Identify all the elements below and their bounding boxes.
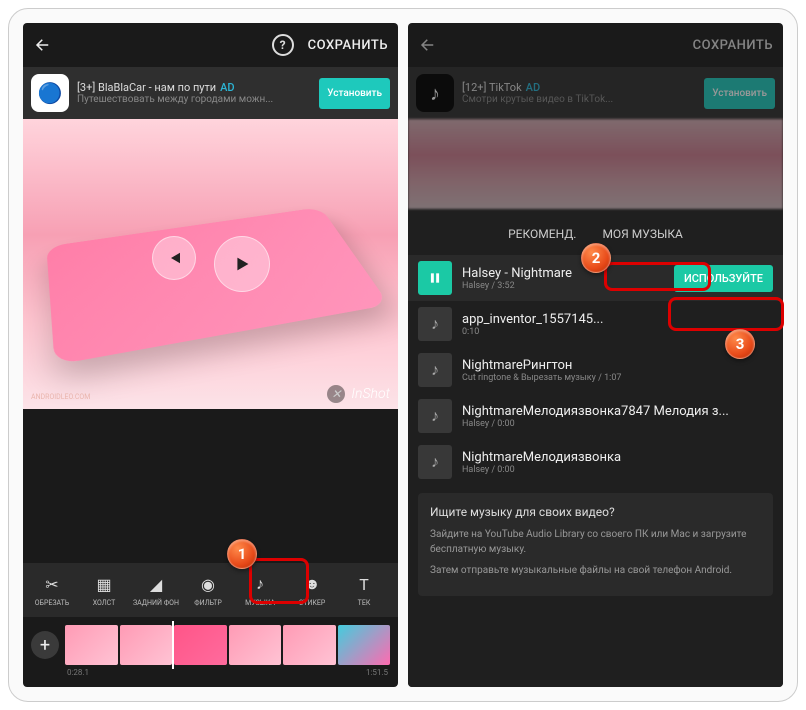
track-item[interactable]: ♪ NightmareРингтонCut ringtone & Вырезат… [408,347,783,393]
ad-badge: AD [220,81,234,94]
track-meta: Halsey / 3:52 [462,281,664,291]
ad-title: [12+] TikTok [462,81,522,94]
prev-button[interactable] [152,236,196,280]
info-text: Зайдите на YouTube Audio Library со свое… [430,527,761,557]
step-marker-2: 2 [581,243,611,273]
clip[interactable] [120,625,173,665]
watermark: ANDROIDLEO.COM [31,393,90,401]
tool-filter[interactable]: ◉ФИЛЬТР [183,569,233,611]
tool-text[interactable]: TТЕК [339,569,389,611]
info-title: Ищите музыку для своих видео? [430,505,761,519]
clip[interactable] [283,625,336,665]
play-button[interactable] [214,236,270,292]
step-marker-1: 1 [227,539,257,569]
brand-watermark[interactable]: ✕ InShot [327,385,390,403]
ad-app-icon: ♪ [416,74,454,112]
track-title: NightmareРингтон [462,358,773,373]
track-item[interactable]: ♪ NightmareМелодиязвонкаHalsey / 0:00 [408,439,783,485]
tab-recommended[interactable]: РЕКОМЕНД. [502,223,582,245]
ad-subtitle: Путешествовать между городами можн... [77,94,311,105]
track-list: Halsey - NightmareHalsey / 3:52 ИСПОЛЬЗУ… [408,255,783,485]
ad-banner[interactable]: ♪ [12+] TikTok AD Смотри крутые видео в T… [408,67,783,119]
topbar: ? СОХРАНИТЬ [23,23,398,67]
tool-background[interactable]: ◢ЗАДНИЙ ФОН [131,569,181,611]
clip[interactable] [338,625,391,665]
track-meta: Halsey / 0:00 [462,465,773,475]
save-button[interactable]: СОХРАНИТЬ [693,38,773,53]
add-clip-button[interactable]: + [31,631,59,659]
time-end: 1:51.5 [366,668,388,677]
back-icon[interactable] [33,35,53,55]
music-note-icon: ♪ [418,445,452,479]
help-icon[interactable]: ? [272,34,294,56]
ad-app-icon: 🔵 [31,74,69,112]
back-icon[interactable] [418,35,438,55]
video-preview[interactable]: ANDROIDLEO.COM ✕ InShot [23,119,398,409]
video-preview [408,119,783,209]
track-meta: Cut ringtone & Вырезать музыку / 1:07 [462,373,773,383]
phone-left: ? СОХРАНИТЬ 🔵 [3+] BlaBlaCar - нам по пу… [23,23,398,687]
track-title: app_inventor_1557145... [462,312,773,327]
step-marker-3: 3 [725,329,755,359]
timeline[interactable]: + 0:28.11:51.5 [23,617,398,673]
topbar: СОХРАНИТЬ [408,23,783,67]
use-button[interactable]: ИСПОЛЬЗУЙТЕ [674,265,773,292]
ad-subtitle: Смотри крутые видео в TikTok... [462,94,696,105]
info-text: Затем отправьте музыкальные файлы на сво… [430,563,761,578]
music-note-icon: ♪ [418,307,452,341]
track-title: NightmareМелодиязвонка [462,450,773,465]
pause-icon[interactable] [418,261,452,295]
phone-right: СОХРАНИТЬ ♪ [12+] TikTok AD Смотри крутые… [408,23,783,687]
clip[interactable] [65,625,118,665]
playhead[interactable] [172,621,174,669]
music-note-icon: ♪ [418,399,452,433]
tool-sticker[interactable]: ☻СТИКЕР [287,569,337,611]
ad-badge: AD [526,81,540,94]
ad-install-button[interactable]: Установить [319,78,390,109]
tab-my-music[interactable]: МОЯ МУЗЫКА [596,223,688,245]
tool-crop[interactable]: ✂ОБРЕЗАТЬ [27,569,77,611]
music-note-icon: ♪ [418,353,452,387]
ad-banner[interactable]: 🔵 [3+] BlaBlaCar - нам по пути AD Путешес… [23,67,398,119]
save-button[interactable]: СОХРАНИТЬ [308,38,388,53]
track-item[interactable]: ♪ NightmareМелодиязвонка7847 Мелодия з..… [408,393,783,439]
tool-music[interactable]: ♪МУЗЫКА [235,569,285,611]
ad-install-button[interactable]: Установить [704,78,775,109]
time-current: 0:28.1 [67,668,89,677]
track-title: Halsey - Nightmare [462,266,664,281]
track-title: NightmareМелодиязвонка7847 Мелодия з... [462,404,773,419]
info-panel: Ищите музыку для своих видео? Зайдите на… [418,493,773,596]
close-icon[interactable]: ✕ [327,385,345,403]
clip[interactable] [174,625,227,665]
track-meta: Halsey / 0:00 [462,419,773,429]
ad-title: [3+] BlaBlaCar - нам по пути [77,81,216,94]
clip[interactable] [229,625,282,665]
tool-canvas[interactable]: ▦ХОЛСТ [79,569,129,611]
toolbar: ✂ОБРЕЗАТЬ ▦ХОЛСТ ◢ЗАДНИЙ ФОН ◉ФИЛЬТР ♪МУ… [23,563,398,617]
